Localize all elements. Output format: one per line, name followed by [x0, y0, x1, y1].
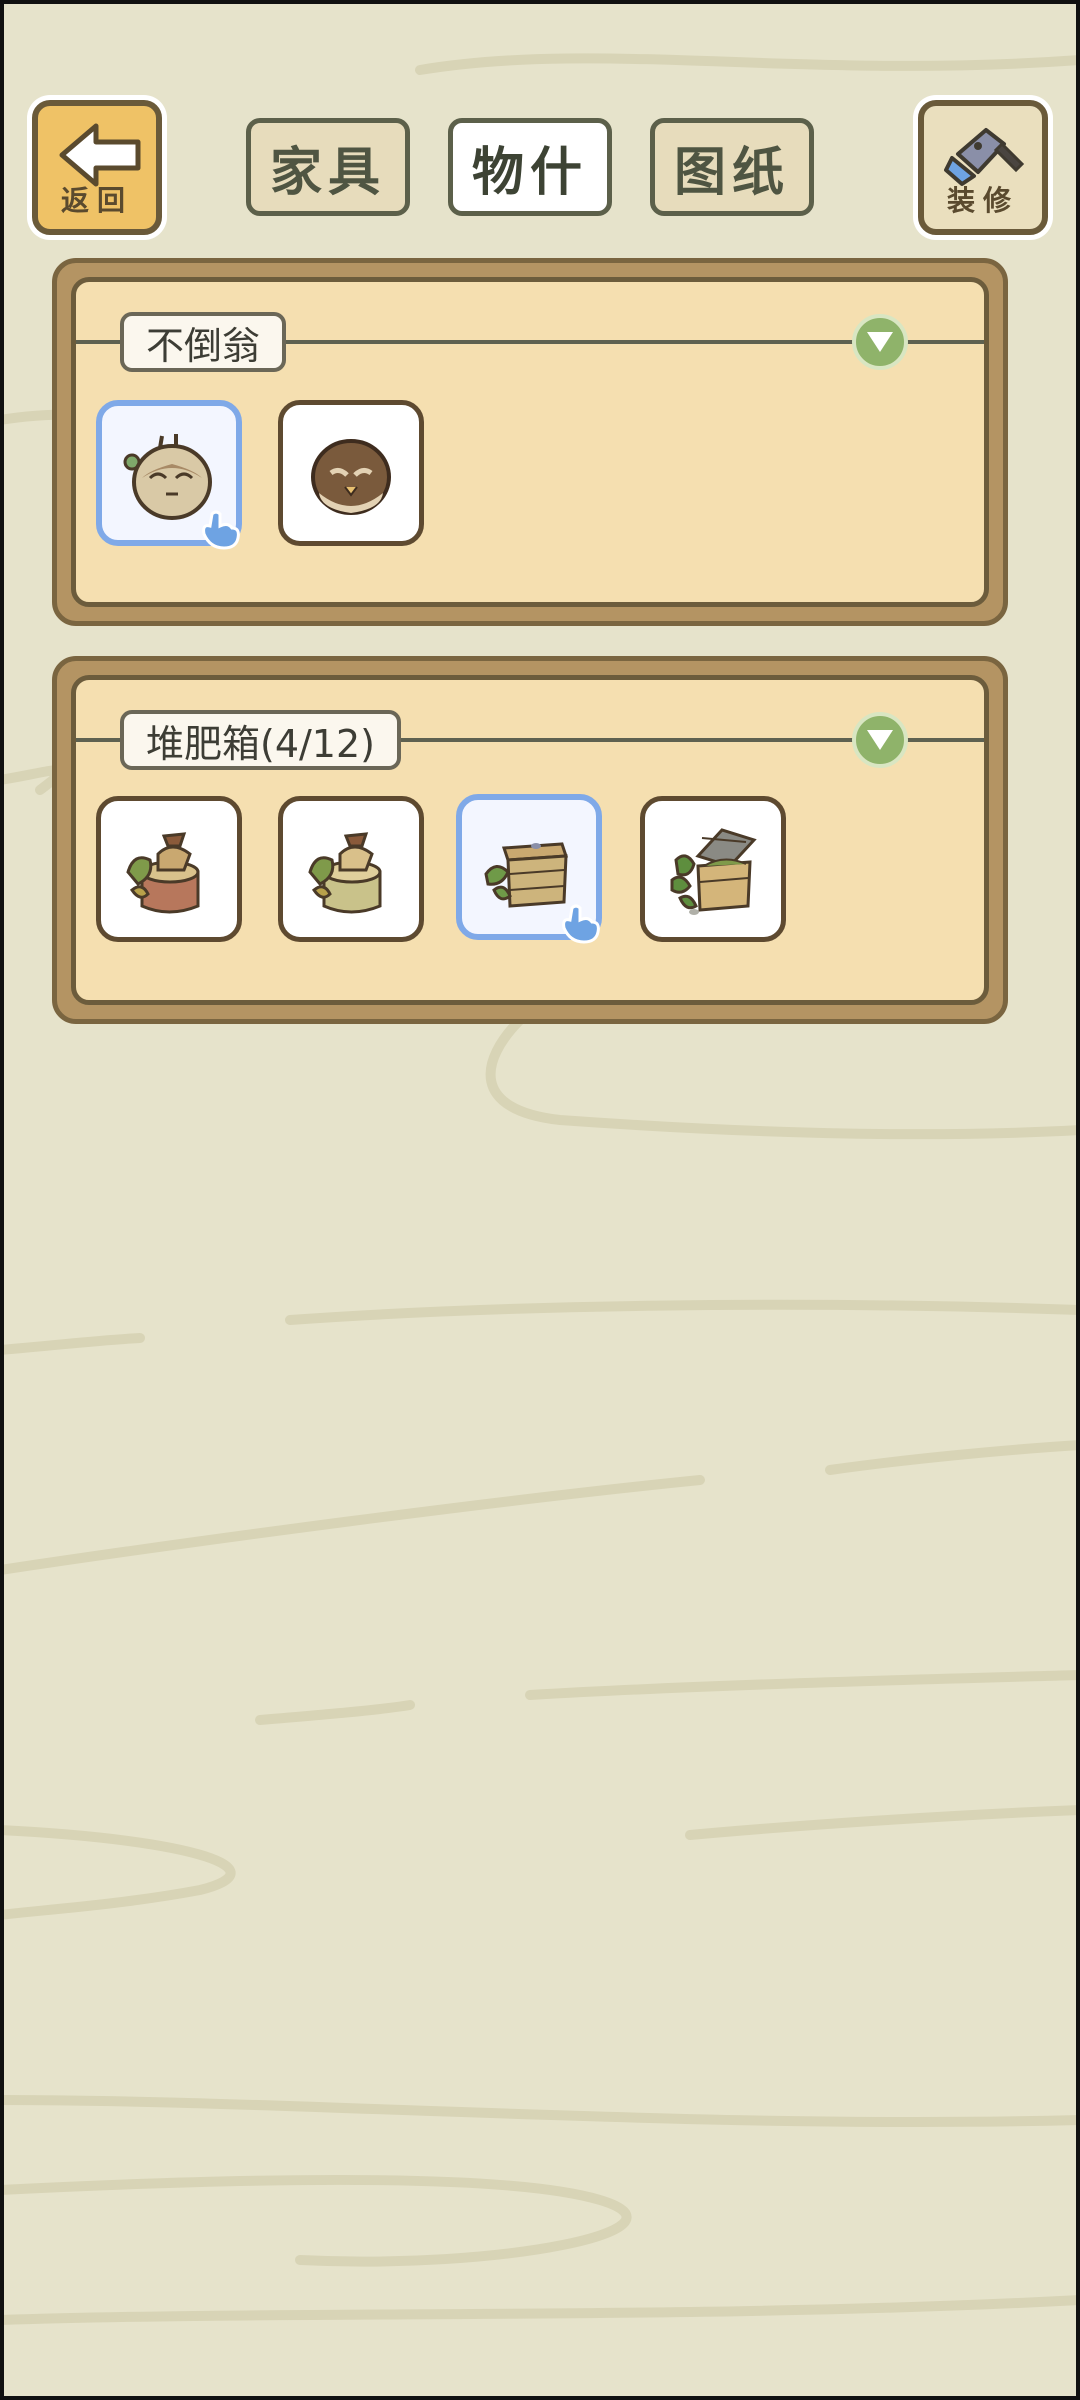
panel-body: 不倒翁: [71, 277, 989, 607]
triangle-down-icon: [867, 730, 893, 750]
item-compost-crate-open[interactable]: [640, 796, 786, 942]
category-panel-compost: 堆肥箱(4/12): [52, 656, 1008, 1024]
expand-toggle-button[interactable]: [852, 314, 908, 370]
item-compost-crate-closed[interactable]: [456, 794, 602, 944]
tap-hand-icon: [562, 904, 600, 944]
item-compost-stump-green[interactable]: [278, 796, 424, 942]
item-compost-stump-red[interactable]: [96, 796, 242, 942]
decorate-button[interactable]: 装修: [918, 100, 1048, 235]
compost-stump-icon: [308, 832, 382, 914]
panel-body: 堆肥箱(4/12): [71, 675, 989, 1005]
back-arrow-icon: [59, 123, 141, 187]
paint-brush-icon: [944, 128, 1025, 186]
compost-stump-icon: [126, 832, 200, 914]
item-tumbler-brown[interactable]: [278, 400, 424, 546]
panel-title: 堆肥箱(4/12): [120, 710, 401, 770]
tap-hand-icon: [202, 510, 240, 550]
compost-crate-open-icon: [670, 828, 757, 915]
tab-blueprints[interactable]: 图纸: [650, 118, 814, 216]
expand-toggle-button[interactable]: [852, 712, 908, 768]
category-panel-tumbler: 不倒翁: [52, 258, 1008, 626]
back-button[interactable]: 返回: [32, 100, 162, 235]
tab-items[interactable]: 物什: [448, 118, 612, 216]
panel-title: 不倒翁: [120, 312, 287, 372]
item-tumbler-selected[interactable]: [96, 400, 242, 550]
tumbler-brown-icon: [311, 439, 391, 515]
triangle-down-icon: [867, 332, 893, 352]
tab-furniture[interactable]: 家具: [246, 118, 410, 216]
